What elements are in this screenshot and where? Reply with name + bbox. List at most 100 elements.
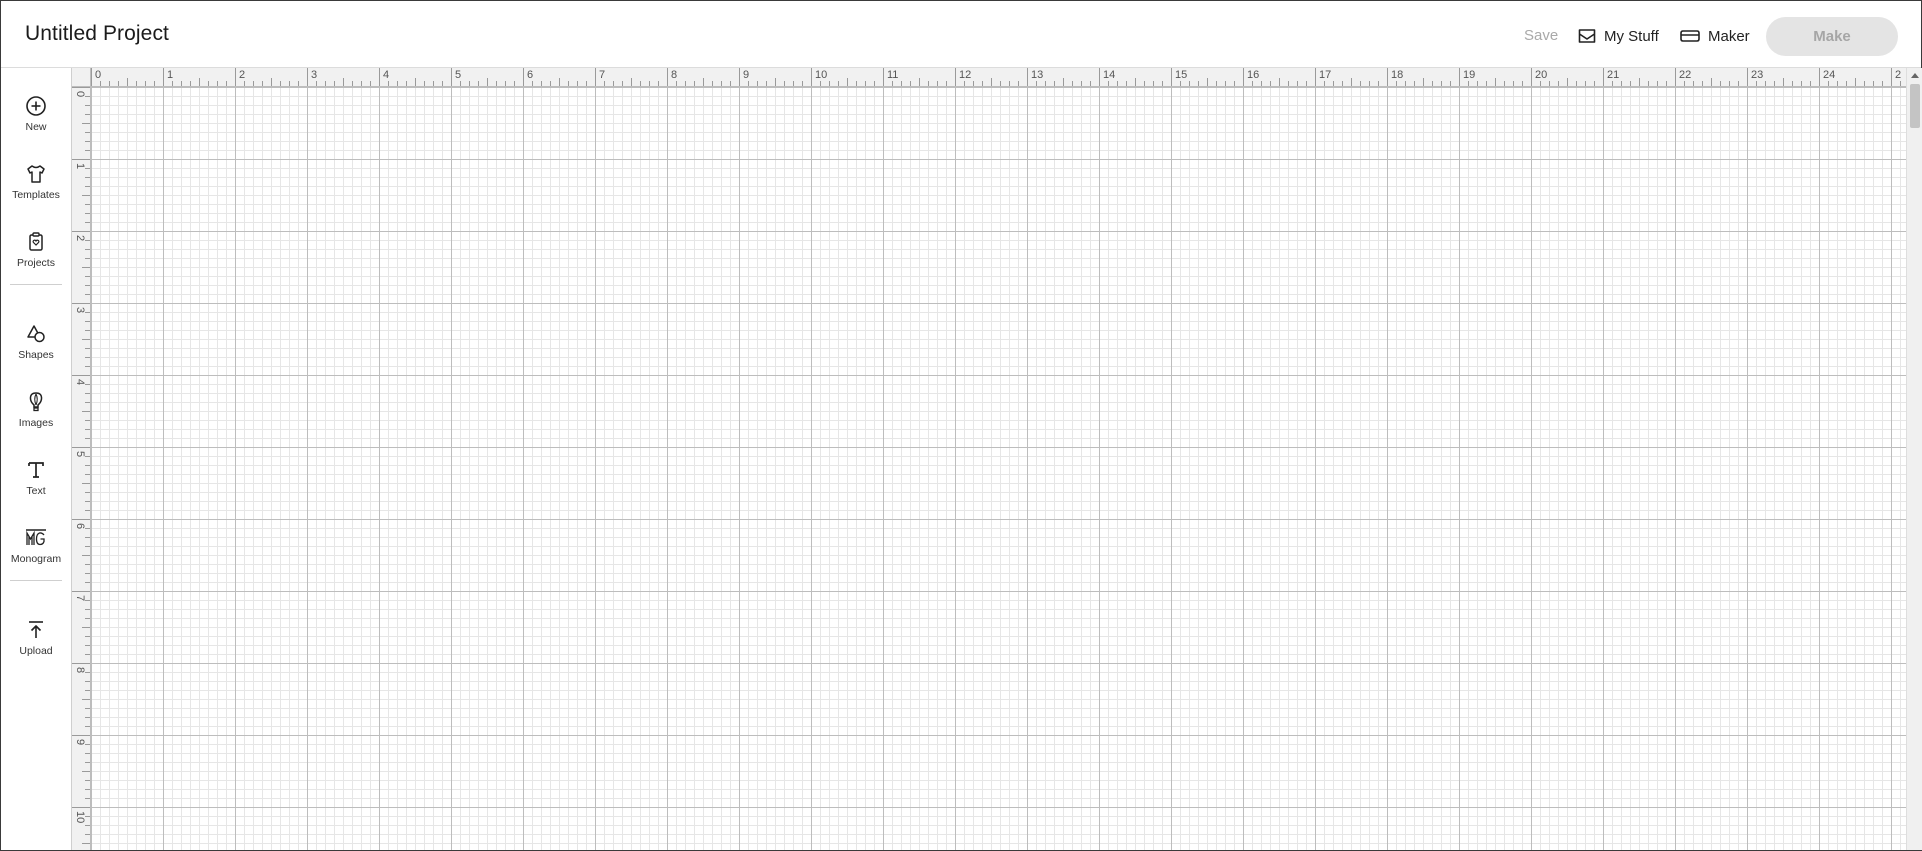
project-title[interactable]: Untitled Project	[25, 22, 169, 46]
ruler-tick	[72, 87, 90, 88]
ruler-top-label: 13	[1031, 69, 1044, 81]
ruler-tick	[82, 123, 90, 124]
ruler-tick	[1639, 78, 1640, 86]
ruler-tick	[1342, 81, 1343, 86]
scrollbar-thumb[interactable]	[1910, 84, 1920, 128]
ruler-tick	[85, 798, 90, 799]
sidebar-item-projects[interactable]: Projects	[1, 214, 71, 270]
ruler-tick	[82, 267, 90, 268]
ruler-tick	[1369, 81, 1370, 86]
ruler-tick	[1693, 81, 1694, 86]
ruler-tick	[82, 627, 90, 628]
ruler-tick	[1252, 81, 1253, 86]
sidebar-item-text[interactable]: Text	[1, 442, 71, 498]
ruler-tick	[550, 81, 551, 86]
scroll-up-button[interactable]	[1907, 68, 1922, 82]
canvas-grid[interactable]	[91, 87, 1906, 850]
machine-icon	[1680, 30, 1700, 42]
ruler-tick	[85, 168, 90, 169]
make-button[interactable]: Make	[1766, 17, 1898, 56]
sidebar-item-shapes[interactable]: Shapes	[1, 306, 71, 362]
maker-button[interactable]: Maker	[1680, 25, 1750, 47]
sidebar-item-label: Images	[18, 417, 54, 429]
ruler-tick	[72, 591, 90, 592]
sidebar-item-monogram[interactable]: Monogram	[1, 510, 71, 566]
ruler-top-label: 16	[1247, 69, 1260, 81]
ruler-tick	[1018, 81, 1019, 86]
ruler-tick	[1378, 81, 1379, 86]
ruler-tick	[85, 402, 90, 403]
design-canvas[interactable]: 0 1 2 3 4 5 6 7 8 9 10 11 12 13 14 15 16 17 18 19 20 21 22 23 24…	[72, 68, 1922, 850]
ruler-tick	[1513, 81, 1514, 86]
ruler-tick	[85, 96, 90, 97]
ruler-tick	[712, 81, 713, 86]
ruler-tick	[667, 68, 668, 86]
ruler-tick	[433, 81, 434, 86]
ruler-tick	[85, 330, 90, 331]
ruler-tick	[271, 78, 272, 86]
ruler-tick	[163, 68, 164, 86]
ruler-tick	[72, 303, 90, 304]
ruler-tick	[1603, 68, 1604, 86]
ruler-tick	[478, 81, 479, 86]
ruler-tick	[730, 81, 731, 86]
ruler-tick	[424, 81, 425, 86]
ruler-tick	[72, 807, 90, 808]
ruler-tick	[1774, 81, 1775, 86]
ruler-tick	[85, 213, 90, 214]
ruler-tick	[1207, 78, 1208, 86]
ruler-tick	[1612, 81, 1613, 86]
ruler-tick	[1414, 81, 1415, 86]
ruler-top-label: 21	[1607, 69, 1620, 81]
sidebar-item-label: Shapes	[18, 349, 54, 361]
ruler-tick	[85, 825, 90, 826]
clipboard-heart-icon	[29, 232, 43, 251]
save-button[interactable]: Save	[1524, 27, 1558, 44]
ruler-tick	[85, 717, 90, 718]
ruler-tick	[85, 618, 90, 619]
ruler-tick	[1279, 78, 1280, 86]
ruler-tick	[85, 645, 90, 646]
ruler-tick	[775, 78, 776, 86]
ruler-tick	[1315, 68, 1316, 86]
ruler-tick	[883, 68, 884, 86]
ruler-tick	[622, 81, 623, 86]
sidebar-item-images[interactable]: Images	[1, 374, 71, 430]
ruler-tick	[568, 81, 569, 86]
ruler-tick	[1027, 68, 1028, 86]
ruler-tick	[1567, 78, 1568, 86]
vertical-scrollbar[interactable]	[1906, 68, 1922, 850]
ruler-tick	[85, 816, 90, 817]
ruler-tick	[1855, 78, 1856, 86]
ruler-tick	[145, 81, 146, 86]
sidebar-item-templates[interactable]: Templates	[1, 146, 71, 202]
ruler-tick	[1108, 81, 1109, 86]
ruler-tick	[1504, 81, 1505, 86]
ruler-tick	[1684, 81, 1685, 86]
ruler-tick	[1756, 81, 1757, 86]
sidebar-item-label: New	[25, 121, 47, 133]
ruler-tick	[1792, 81, 1793, 86]
upload-icon	[29, 621, 43, 638]
ruler-tick	[334, 81, 335, 86]
ruler-top-label: 0	[95, 69, 102, 81]
ruler-tick	[721, 81, 722, 86]
ruler-tick	[784, 81, 785, 86]
ruler-tick	[85, 834, 90, 835]
ruler-tick	[85, 465, 90, 466]
ruler-tick	[280, 81, 281, 86]
my-stuff-button[interactable]: My Stuff	[1578, 25, 1659, 47]
sidebar-item-new[interactable]: New	[1, 78, 71, 134]
ruler-tick	[1675, 68, 1676, 86]
ruler-tick	[85, 366, 90, 367]
ruler-tick	[811, 68, 812, 86]
plus-circle-icon	[26, 96, 46, 116]
ruler-tick	[85, 384, 90, 385]
ruler-tick	[85, 609, 90, 610]
ruler-tick	[1135, 78, 1136, 86]
sidebar-item-upload[interactable]: Upload	[1, 602, 71, 658]
ruler-tick	[1594, 81, 1595, 86]
ruler-tick	[85, 510, 90, 511]
ruler-tick	[1396, 81, 1397, 86]
ruler-tick	[82, 555, 90, 556]
